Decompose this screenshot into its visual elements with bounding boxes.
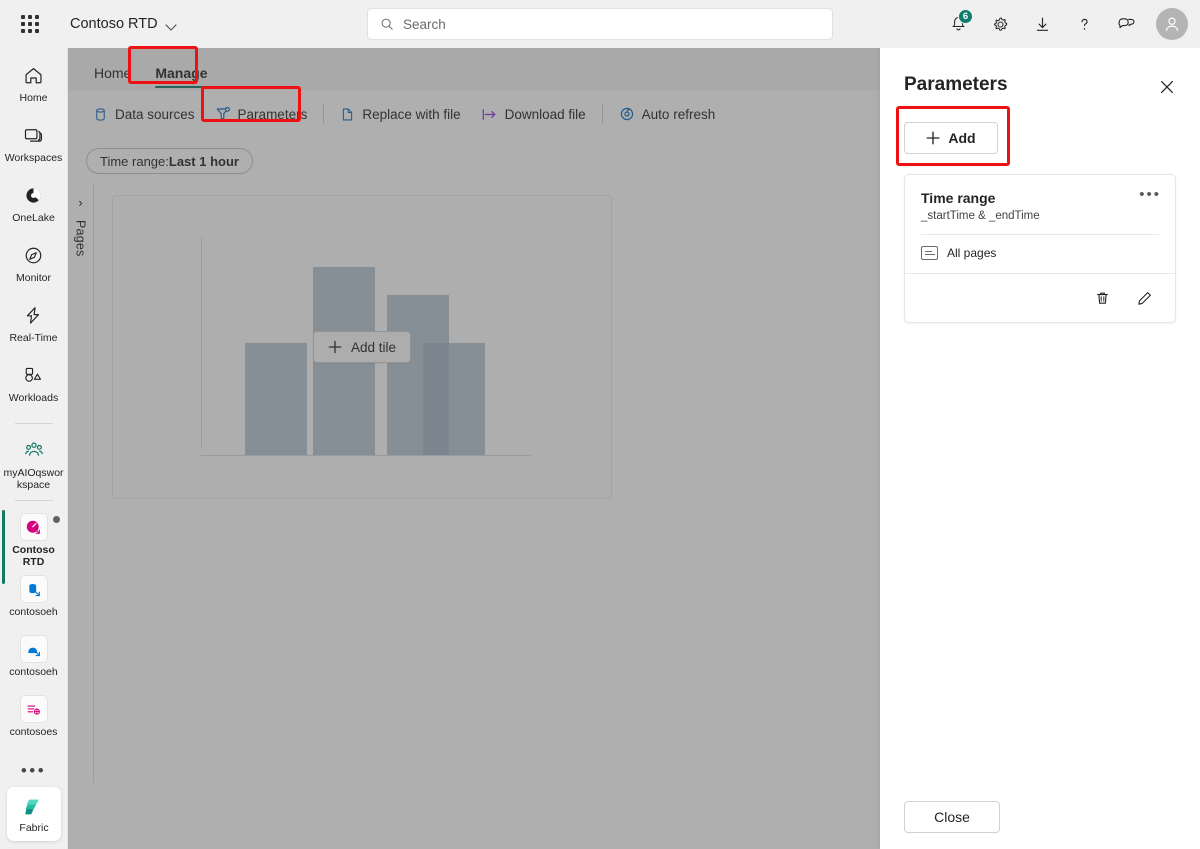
parameters-panel: Parameters Add Time range _startTime & _… xyxy=(880,48,1200,849)
search-icon xyxy=(380,17,394,31)
parameter-scope: All pages xyxy=(905,235,1175,273)
sidebar-item-label: Real-Time xyxy=(3,332,65,344)
pages-scope-icon xyxy=(921,246,938,260)
sidebar-item-label: myAIOqsworkspace xyxy=(3,467,65,491)
bell-icon[interactable]: 6 xyxy=(940,6,976,42)
sidebar-item-onelake[interactable]: OneLake xyxy=(2,176,66,234)
sidebar-item-contosoes-eventstream[interactable]: contosoes xyxy=(2,690,66,748)
help-icon[interactable] xyxy=(1066,6,1102,42)
app-launcher-icon[interactable] xyxy=(14,8,46,40)
nav-divider xyxy=(15,423,53,424)
parameter-name: Time range xyxy=(921,189,1040,207)
parameter-scope-label: All pages xyxy=(947,246,996,260)
avatar[interactable] xyxy=(1156,8,1188,40)
top-header-bar: Contoso RTD Search 6 xyxy=(0,0,1200,48)
fabric-app-window: Contoso RTD Search 6 xyxy=(0,0,1200,849)
workloads-icon xyxy=(23,362,44,388)
sidebar-item-label: Monitor xyxy=(3,272,65,284)
sidebar-item-label: Home xyxy=(3,92,65,104)
brand-title-label: Contoso RTD xyxy=(70,16,158,32)
trash-icon[interactable] xyxy=(1087,283,1117,313)
search-input[interactable]: Search xyxy=(367,8,833,40)
sidebar-item-monitor[interactable]: Monitor xyxy=(2,236,66,294)
sidebar-item-label: contosoeh xyxy=(3,606,65,618)
left-navigation-rail: Home Workspaces OneLake xyxy=(0,48,68,849)
sidebar-item-label: Workloads xyxy=(3,392,65,404)
chevron-down-icon xyxy=(166,19,177,30)
sidebar-item-workspaces[interactable]: Workspaces xyxy=(2,116,66,174)
brand-title[interactable]: Contoso RTD xyxy=(64,12,183,36)
sidebar-item-contoso-rtd[interactable]: Contoso RTD xyxy=(2,508,66,568)
people-icon xyxy=(23,437,45,463)
download-icon[interactable] xyxy=(1024,6,1060,42)
notification-count-badge: 6 xyxy=(958,9,973,24)
kql-database-icon xyxy=(20,636,48,662)
parameters-panel-header: Parameters xyxy=(880,48,1200,102)
pencil-icon[interactable] xyxy=(1129,283,1159,313)
parameter-card: Time range _startTime & _endTime ••• All… xyxy=(904,174,1176,323)
add-parameter-button[interactable]: Add xyxy=(904,122,998,154)
plus-icon xyxy=(926,131,940,145)
close-icon[interactable] xyxy=(1152,72,1182,102)
parameter-variables: _startTime & _endTime xyxy=(921,210,1040,222)
home-icon xyxy=(23,62,44,88)
modal-dim-overlay xyxy=(68,48,880,849)
sidebar-item-contosoeh-kql[interactable]: contosoeh xyxy=(2,630,66,688)
sidebar-item-label: Contoso RTD xyxy=(3,544,65,568)
feedback-icon[interactable] xyxy=(1108,6,1144,42)
monitor-icon xyxy=(23,242,44,268)
close-button[interactable]: Close xyxy=(904,801,1000,833)
sidebar-item-workspace[interactable]: myAIOqsworkspace xyxy=(2,431,66,491)
eventhouse-icon xyxy=(20,576,48,602)
add-parameter-label: Add xyxy=(948,130,975,146)
nav-divider xyxy=(15,500,53,501)
fabric-product-button[interactable]: Fabric xyxy=(7,787,61,841)
sidebar-item-home[interactable]: Home xyxy=(2,56,66,114)
fabric-logo xyxy=(21,794,47,820)
eventstream-icon xyxy=(20,696,48,722)
search-placeholder: Search xyxy=(403,17,446,32)
sidebar-item-real-time[interactable]: Real-Time xyxy=(2,296,66,354)
sidebar-item-label: contosoeh xyxy=(3,666,65,678)
gear-icon[interactable] xyxy=(982,6,1018,42)
sidebar-item-label: OneLake xyxy=(3,212,65,224)
sidebar-item-label: contosoes xyxy=(3,726,65,738)
real-time-icon xyxy=(23,302,44,328)
sidebar-item-label: Workspaces xyxy=(3,152,65,164)
workspaces-icon xyxy=(23,122,44,148)
onelake-icon xyxy=(23,182,44,208)
realtime-dashboard-icon xyxy=(20,514,48,540)
parameter-overflow-menu-button[interactable]: ••• xyxy=(1139,189,1161,222)
sidebar-item-workloads[interactable]: Workloads xyxy=(2,356,66,414)
page-title: Parameters xyxy=(904,74,1008,96)
parameter-card-actions xyxy=(905,273,1175,322)
top-right-actions: 6 xyxy=(940,0,1188,48)
unsaved-indicator-dot xyxy=(53,516,60,523)
parameter-card-header: Time range _startTime & _endTime ••• xyxy=(905,175,1175,234)
sidebar-more-button[interactable]: ••• xyxy=(2,754,66,788)
fabric-product-label: Fabric xyxy=(19,822,48,834)
sidebar-item-contosoeh-eventhouse[interactable]: contosoeh xyxy=(2,570,66,628)
